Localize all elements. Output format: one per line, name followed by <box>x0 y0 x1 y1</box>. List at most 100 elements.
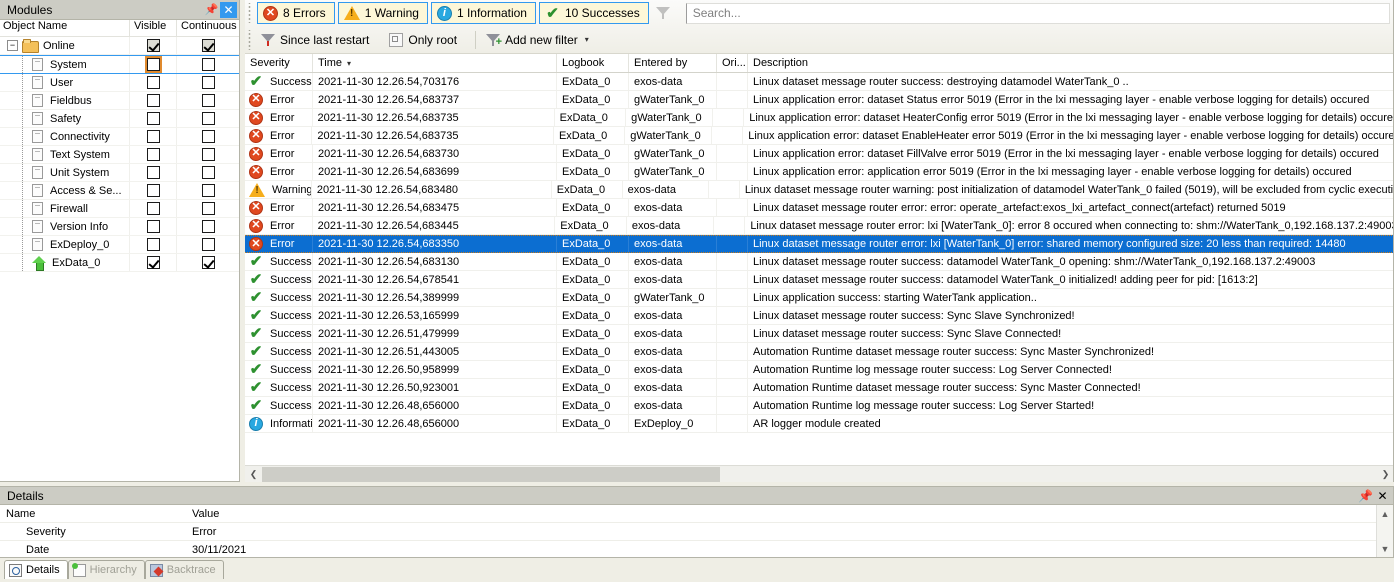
log-row[interactable]: ✕ Error 2021-11-30 12.26.54,683735 ExData_0… <box>245 109 1394 127</box>
tab-details[interactable]: Details <box>4 560 68 579</box>
continuous-checkbox-cell[interactable] <box>176 200 239 217</box>
visible-checkbox-cell[interactable] <box>129 74 176 91</box>
details-row[interactable]: Date 30/11/2021 <box>0 541 1376 557</box>
tab-backtrace[interactable]: Backtrace <box>144 560 224 579</box>
visible-checkbox[interactable] <box>146 112 160 125</box>
log-row[interactable]: ✕ Error 2021-11-30 12.26.54,683699 ExData_0… <box>245 163 1394 181</box>
visible-checkbox-cell[interactable] <box>129 182 176 199</box>
visible-checkbox[interactable] <box>146 166 160 179</box>
log-grid-body[interactable]: ✔ Success 2021-11-30 12.26.54,703176 ExData… <box>245 73 1394 465</box>
pin-icon-details[interactable]: 📌 <box>1357 489 1374 503</box>
log-row[interactable]: ✔ Success 2021-11-30 12.26.48,656000 ExData… <box>245 397 1394 415</box>
log-row[interactable]: ✔ Success 2021-11-30 12.26.53,165999 ExData… <box>245 307 1394 325</box>
log-row[interactable]: ✕ Error 2021-11-30 12.26.54,683730 ExData_0… <box>245 145 1394 163</box>
log-row[interactable]: ✔ Success 2021-11-30 12.26.54,678541 ExData… <box>245 271 1394 289</box>
log-row[interactable]: Warning2021-11-30 12.26.54,683480ExData_… <box>245 181 1394 199</box>
module-tree-item-fieldbus[interactable]: Fieldbus <box>0 92 239 110</box>
continuous-checkbox-cell[interactable] <box>176 56 239 73</box>
log-row[interactable]: ✔ Success 2021-11-30 12.26.50,923001 ExData… <box>245 379 1394 397</box>
visible-checkbox[interactable] <box>146 148 160 161</box>
visible-checkbox-cell[interactable] <box>129 92 176 109</box>
visible-checkbox[interactable] <box>146 256 160 269</box>
details-row[interactable]: Severity Error <box>0 523 1376 541</box>
log-horizontal-scrollbar[interactable]: ❮ ❯ <box>245 465 1394 482</box>
column-header-logbook[interactable]: Logbook <box>557 54 629 72</box>
filter-successes-button[interactable]: ✔ 10 Successes <box>538 2 649 25</box>
scroll-right-icon[interactable]: ❯ <box>1377 469 1394 480</box>
column-header-visible[interactable]: Visible <box>129 20 176 36</box>
visible-checkbox-cell[interactable] <box>129 164 176 181</box>
continuous-checkbox-cell[interactable] <box>176 254 239 271</box>
visible-checkbox-cell[interactable] <box>129 146 176 163</box>
log-row[interactable]: ✔ Success 2021-11-30 12.26.51,479999 ExData… <box>245 325 1394 343</box>
close-icon-details[interactable]: ✕ <box>1374 489 1391 503</box>
continuous-checkbox[interactable] <box>201 220 215 233</box>
toolbar-grip-icon-2[interactable] <box>247 29 254 50</box>
log-row[interactable]: ✔ Success 2021-11-30 12.26.54,389999 ExData… <box>245 289 1394 307</box>
visible-checkbox-cell[interactable] <box>129 128 176 145</box>
log-row[interactable]: ✕ Error 2021-11-30 12.26.54,683445 ExData_0… <box>245 217 1394 235</box>
continuous-checkbox[interactable] <box>201 166 215 179</box>
only-root-button[interactable]: Only root <box>385 29 466 51</box>
module-tree-item-access-se[interactable]: Access & Se... <box>0 182 239 200</box>
chevron-down-icon[interactable]: ▾ <box>585 35 589 44</box>
visible-checkbox-cell[interactable] <box>129 56 176 73</box>
continuous-checkbox[interactable] <box>201 202 215 215</box>
module-tree-item-connectivity[interactable]: Connectivity <box>0 128 239 146</box>
pin-icon[interactable]: 📌 <box>203 2 220 18</box>
module-tree-item-exdeploy-0[interactable]: ExDeploy_0 <box>0 236 239 254</box>
log-row[interactable]: iInformation2021-11-30 12.26.48,656000Ex… <box>245 415 1394 433</box>
column-header-description[interactable]: Description <box>748 54 1394 72</box>
continuous-checkbox[interactable] <box>201 256 215 269</box>
scroll-left-icon[interactable]: ❮ <box>245 469 262 480</box>
module-tree-item-safety[interactable]: Safety <box>0 110 239 128</box>
visible-checkbox[interactable] <box>146 94 160 107</box>
visible-checkbox[interactable] <box>146 130 160 143</box>
details-grid[interactable]: Name Value Severity Error Date 30/11/2021 <box>0 505 1376 557</box>
visible-checkbox[interactable] <box>144 56 162 73</box>
tab-hierarchy[interactable]: Hierarchy <box>67 560 145 579</box>
log-row[interactable]: ✕ Error 2021-11-30 12.26.54,683735 ExData_0… <box>245 127 1394 145</box>
visible-checkbox[interactable] <box>146 184 160 197</box>
log-row[interactable]: ✔ Success 2021-11-30 12.26.54,683130 ExData… <box>245 253 1394 271</box>
continuous-checkbox-cell[interactable] <box>176 236 239 253</box>
visible-checkbox-cell[interactable] <box>129 110 176 127</box>
continuous-checkbox[interactable] <box>201 58 215 71</box>
continuous-checkbox-cell[interactable] <box>176 182 239 199</box>
scroll-up-icon[interactable]: ▲ <box>1377 505 1393 522</box>
continuous-checkbox-cell[interactable] <box>176 92 239 109</box>
column-header-origin[interactable]: Ori... <box>717 54 748 72</box>
log-row[interactable]: ✕ Error 2021-11-30 12.26.54,683475 ExData_0… <box>245 199 1394 217</box>
filter-errors-button[interactable]: ✕ 8 Errors <box>257 2 335 25</box>
details-column-header-name[interactable]: Name <box>0 508 190 520</box>
module-tree-item-user[interactable]: User <box>0 74 239 92</box>
close-icon[interactable]: ✕ <box>220 1 237 18</box>
module-tree-item-unit-system[interactable]: Unit System <box>0 164 239 182</box>
since-last-restart-button[interactable]: Since last restart <box>257 29 378 51</box>
module-tree-item-online[interactable]: − Online <box>0 37 239 55</box>
module-tree-item-exdata-0[interactable]: ExData_0 <box>0 254 239 272</box>
add-new-filter-button[interactable]: + Add new filter ▾ <box>482 29 598 51</box>
visible-checkbox[interactable] <box>146 39 160 52</box>
module-tree-item-system[interactable]: System <box>0 55 239 74</box>
visible-checkbox[interactable] <box>146 238 160 251</box>
continuous-checkbox[interactable] <box>201 39 215 52</box>
search-input[interactable]: Search... <box>685 2 1390 24</box>
continuous-checkbox-cell[interactable] <box>176 74 239 91</box>
scroll-thumb[interactable] <box>262 466 720 482</box>
details-column-header-value[interactable]: Value <box>190 508 1376 520</box>
continuous-checkbox-cell[interactable] <box>176 128 239 145</box>
visible-checkbox-cell[interactable] <box>129 200 176 217</box>
modules-tree[interactable]: − Online System User Fieldbus Safety Connectiv… <box>0 37 239 481</box>
log-row[interactable]: ✔ Success 2021-11-30 12.26.51,443005 ExData… <box>245 343 1394 361</box>
visible-checkbox[interactable] <box>146 76 160 89</box>
log-row[interactable]: ✔ Success 2021-11-30 12.26.50,958999 ExData… <box>245 361 1394 379</box>
visible-checkbox-cell[interactable] <box>129 236 176 253</box>
module-tree-item-firewall[interactable]: Firewall <box>0 200 239 218</box>
module-tree-item-version-info[interactable]: Version Info <box>0 218 239 236</box>
continuous-checkbox-cell[interactable] <box>176 218 239 235</box>
details-vertical-scrollbar[interactable]: ▲ ▼ <box>1376 505 1393 557</box>
continuous-checkbox[interactable] <box>201 148 215 161</box>
column-header-time[interactable]: Time ▾ <box>313 54 557 72</box>
visible-checkbox-cell[interactable] <box>129 254 176 271</box>
